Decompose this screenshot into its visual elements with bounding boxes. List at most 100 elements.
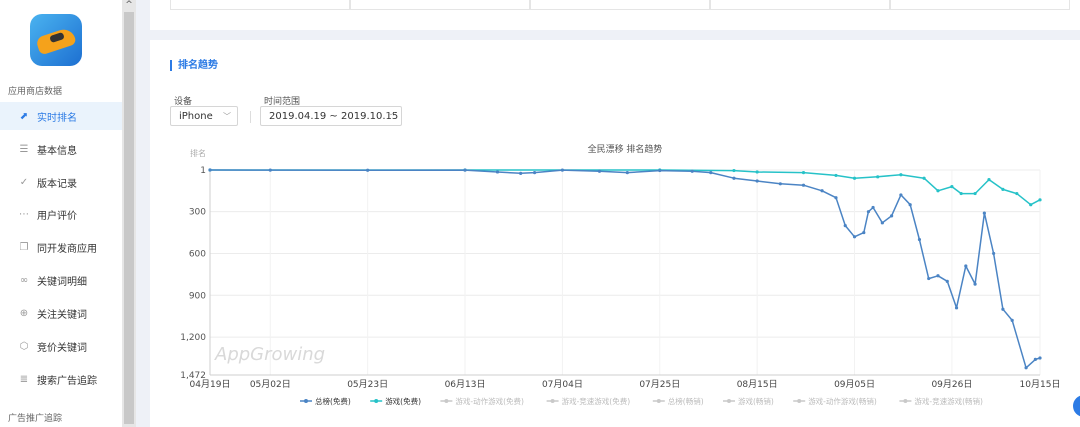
data-point	[690, 169, 694, 173]
data-point	[625, 171, 629, 175]
data-point	[366, 168, 370, 172]
data-point	[1038, 198, 1042, 202]
data-point	[992, 251, 996, 256]
data-point	[950, 184, 954, 189]
data-point	[1029, 203, 1033, 207]
data-point	[917, 237, 922, 242]
section-title: 排名趋势	[170, 60, 218, 71]
scroll-thumb[interactable]	[124, 12, 134, 424]
sidebar-item-label: 实时排名	[37, 112, 77, 124]
data-point	[866, 210, 871, 214]
time-range-select[interactable]: 2019.04.19 ~ 2019.10.15 ﹀	[260, 106, 402, 126]
x-tick-label: 07月04日	[542, 379, 583, 390]
legend-marker-dot	[797, 399, 802, 403]
sidebar-section-title-ads: 广告推广追踪	[8, 414, 63, 424]
y-tick-label: 300	[189, 208, 206, 218]
plus-circle-icon: ⊕	[19, 307, 29, 319]
data-point	[463, 168, 467, 172]
link-icon: ∞	[19, 274, 29, 286]
table-cell	[530, 0, 710, 10]
sidebar-item-label: 关注关键词	[37, 309, 87, 321]
document-icon: ≣	[19, 373, 29, 385]
x-tick-label: 07月25日	[639, 379, 680, 390]
data-point	[801, 171, 806, 175]
data-point	[982, 211, 986, 215]
y-tick-label: 900	[189, 291, 206, 301]
y-axis-label: 排名	[190, 148, 206, 158]
legend-item[interactable]: 总榜(畅销)	[668, 396, 704, 406]
data-point	[890, 214, 894, 218]
data-point	[820, 189, 824, 193]
data-point	[936, 189, 940, 193]
sidebar-item-label: 基本信息	[37, 145, 77, 157]
data-point	[1033, 357, 1037, 361]
sidebar-item-search-ad-tracking[interactable]: ≣ 搜索广告追踪	[0, 365, 122, 393]
data-point	[597, 169, 602, 173]
legend-item[interactable]: 游戏-竞速游戏(畅销)	[914, 396, 983, 406]
x-tick-label: 06月13日	[445, 379, 486, 390]
sidebar-item-version-history[interactable]: ✓ 版本记录	[0, 168, 122, 196]
data-point	[560, 168, 565, 172]
legend-item[interactable]: 游戏-竞速游戏(免费)	[562, 396, 631, 406]
data-point	[732, 168, 736, 173]
box-icon: ⬡	[19, 340, 29, 352]
copy-icon: ❐	[19, 241, 29, 253]
chart-title: 全民漂移 排名趋势	[588, 143, 663, 155]
legend-marker-dot	[304, 399, 308, 403]
legend-marker-dot	[374, 399, 379, 403]
sidebar-section-title: 应用商店数据	[8, 87, 63, 97]
data-point	[936, 274, 940, 278]
rank-trend-panel: 排名趋势 设备 iPhone ﹀ 时间范围 2019.04.19 ~ 2019.…	[150, 40, 1080, 427]
data-point	[954, 306, 959, 310]
sidebar-item-realtime-rank[interactable]: ⬈ 实时排名	[0, 102, 122, 130]
sidebar-item-basic-info[interactable]: ☰ 基本信息	[0, 135, 122, 163]
sidebar-item-keyword-details[interactable]: ∞ 关键词明细	[0, 266, 122, 294]
data-point	[208, 168, 212, 172]
sidebar-item-bid-keywords[interactable]: ⬡ 竞价关键词	[0, 332, 122, 360]
data-point	[268, 168, 272, 172]
sidebar-item-label: 竞价关键词	[37, 342, 87, 354]
data-point	[755, 179, 759, 183]
sidebar-item-user-reviews[interactable]: ⋯ 用户评价	[0, 200, 122, 228]
x-tick-label: 09月05日	[834, 379, 875, 390]
series-line-1	[210, 169, 1041, 206]
sidebar-scrollbar[interactable]: ^	[122, 0, 136, 427]
sidebar-item-followed-keywords[interactable]: ⊕ 关注关键词	[0, 299, 122, 327]
x-tick-label: 09月26日	[931, 379, 972, 390]
data-point	[519, 171, 523, 175]
legend-item[interactable]: 游戏-动作游戏(畅销)	[808, 396, 877, 406]
app-icon[interactable]	[30, 14, 82, 66]
data-point	[927, 276, 931, 281]
comment-icon: ⋯	[19, 208, 29, 220]
table-cell	[170, 0, 350, 10]
sidebar-item-same-developer[interactable]: ❐ 同开发商应用	[0, 233, 122, 261]
legend-item[interactable]: 游戏(免费)	[385, 396, 421, 406]
device-select[interactable]: iPhone ﹀	[170, 106, 238, 126]
legend-item[interactable]: 总榜(免费)	[315, 396, 351, 406]
data-point	[709, 171, 713, 175]
legend-marker-dot	[727, 399, 731, 403]
sidebar-item-label: 关键词明细	[37, 276, 87, 288]
data-point	[908, 203, 912, 207]
data-point	[899, 173, 903, 177]
legend-item[interactable]: 游戏-动作游戏(免费)	[455, 396, 524, 406]
scroll-up-icon[interactable]: ^	[122, 0, 136, 10]
legend-marker-dot	[903, 399, 908, 403]
sidebar-item-label: 搜索广告追踪	[37, 375, 97, 387]
data-point	[778, 182, 782, 186]
check-circle-icon: ✓	[19, 176, 29, 188]
legend-item[interactable]: 游戏(畅销)	[738, 396, 774, 406]
data-point	[495, 170, 500, 174]
y-tick-label: 600	[189, 249, 206, 259]
data-point	[973, 282, 977, 286]
data-point	[732, 176, 736, 180]
data-point	[1015, 191, 1019, 196]
chart-line-icon: ⬈	[19, 110, 29, 122]
data-point	[876, 175, 880, 179]
data-point	[862, 230, 866, 235]
device-select-value: iPhone	[179, 110, 213, 122]
divider	[250, 111, 251, 123]
legend-marker-dot	[656, 399, 661, 403]
time-range-value: 2019.04.19 ~ 2019.10.15	[269, 110, 399, 122]
data-point	[1001, 307, 1005, 311]
